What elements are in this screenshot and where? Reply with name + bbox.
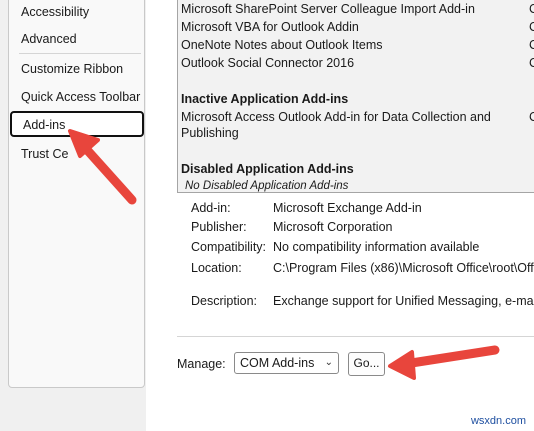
manage-select-value: COM Add-ins: [240, 356, 315, 370]
addin-label: Add-in:: [191, 201, 231, 215]
sidebar-item-add-ins[interactable]: Add-ins: [10, 111, 144, 137]
list-item-location: C: [529, 56, 534, 70]
manage-select[interactable]: COM Add-ins ⌄: [234, 352, 339, 374]
sidebar-item-advanced[interactable]: Advanced: [21, 32, 77, 46]
list-item[interactable]: Microsoft Access Outlook Add-in for Data…: [181, 110, 491, 124]
publisher-value: Microsoft Corporation: [273, 220, 393, 234]
divider: [177, 336, 534, 337]
disabled-note: No Disabled Application Add-ins: [185, 180, 349, 192]
list-item[interactable]: Microsoft SharePoint Server Colleague Im…: [181, 2, 475, 16]
sidebar-item-trust-center[interactable]: Trust Center: [21, 147, 69, 161]
sidebar-item-customize-ribbon[interactable]: Customize Ribbon: [21, 62, 123, 76]
list-item[interactable]: Microsoft VBA for Outlook Addin: [181, 20, 359, 34]
compatibility-value: No compatibility information available: [273, 240, 480, 254]
list-item-location: C: [529, 38, 534, 52]
list-item-location: C: [529, 2, 534, 16]
addin-value: Microsoft Exchange Add-in: [273, 201, 422, 215]
inactive-section-header: Inactive Application Add-ins: [181, 92, 349, 106]
chevron-down-icon: ⌄: [324, 357, 333, 368]
go-button[interactable]: Go...: [348, 352, 385, 376]
options-sidebar: Accessibility Advanced Customize Ribbon …: [8, 0, 145, 388]
list-item-continuation[interactable]: Publishing: [181, 126, 239, 140]
list-item-location: C: [529, 110, 534, 124]
manage-label: Manage:: [177, 357, 226, 371]
location-label: Location:: [191, 261, 242, 275]
description-label: Description:: [191, 294, 257, 308]
compatibility-label: Compatibility:: [191, 240, 267, 254]
sidebar-item-quick-access-toolbar[interactable]: Quick Access Toolbar: [21, 90, 140, 104]
sidebar-divider: [19, 53, 141, 54]
list-item[interactable]: Outlook Social Connector 2016: [181, 56, 354, 70]
sidebar-item-accessibility[interactable]: Accessibility: [21, 5, 89, 19]
watermark: wsxdn.com: [470, 415, 526, 427]
list-item-location: C: [529, 20, 534, 34]
description-value: Exchange support for Unified Messaging, …: [273, 294, 534, 308]
list-item[interactable]: OneNote Notes about Outlook Items: [181, 38, 383, 52]
disabled-section-header: Disabled Application Add-ins: [181, 162, 354, 176]
add-ins-panel: Microsoft SharePoint Server Colleague Im…: [146, 0, 534, 431]
add-ins-list[interactable]: Microsoft SharePoint Server Colleague Im…: [177, 0, 534, 193]
publisher-label: Publisher:: [191, 220, 247, 234]
location-value: C:\Program Files (x86)\Microsoft Office\…: [273, 261, 534, 275]
